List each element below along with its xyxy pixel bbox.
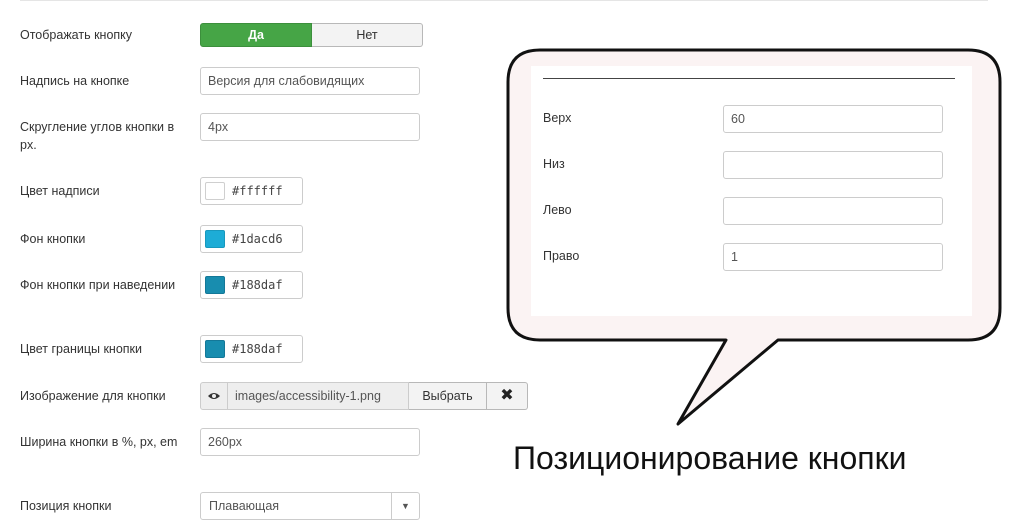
position-right-label: Право [543,249,580,263]
position-right-input[interactable]: 1 [723,243,943,271]
position-left-label: Лево [543,203,572,217]
position-top-label: Верх [543,111,572,125]
position-bottom-label: Низ [543,157,565,171]
position-left-input[interactable] [723,197,943,225]
callout-caption: Позиционирование кнопки [513,440,907,476]
panel-divider [543,78,955,79]
position-top-input[interactable]: 60 [723,105,943,133]
position-bottom-input[interactable] [723,151,943,179]
settings-page: Отображать кнопку Да Нет Надпись на кноп… [0,0,1012,531]
position-panel: Верх 60 Низ Лево Право 1 [531,66,972,316]
